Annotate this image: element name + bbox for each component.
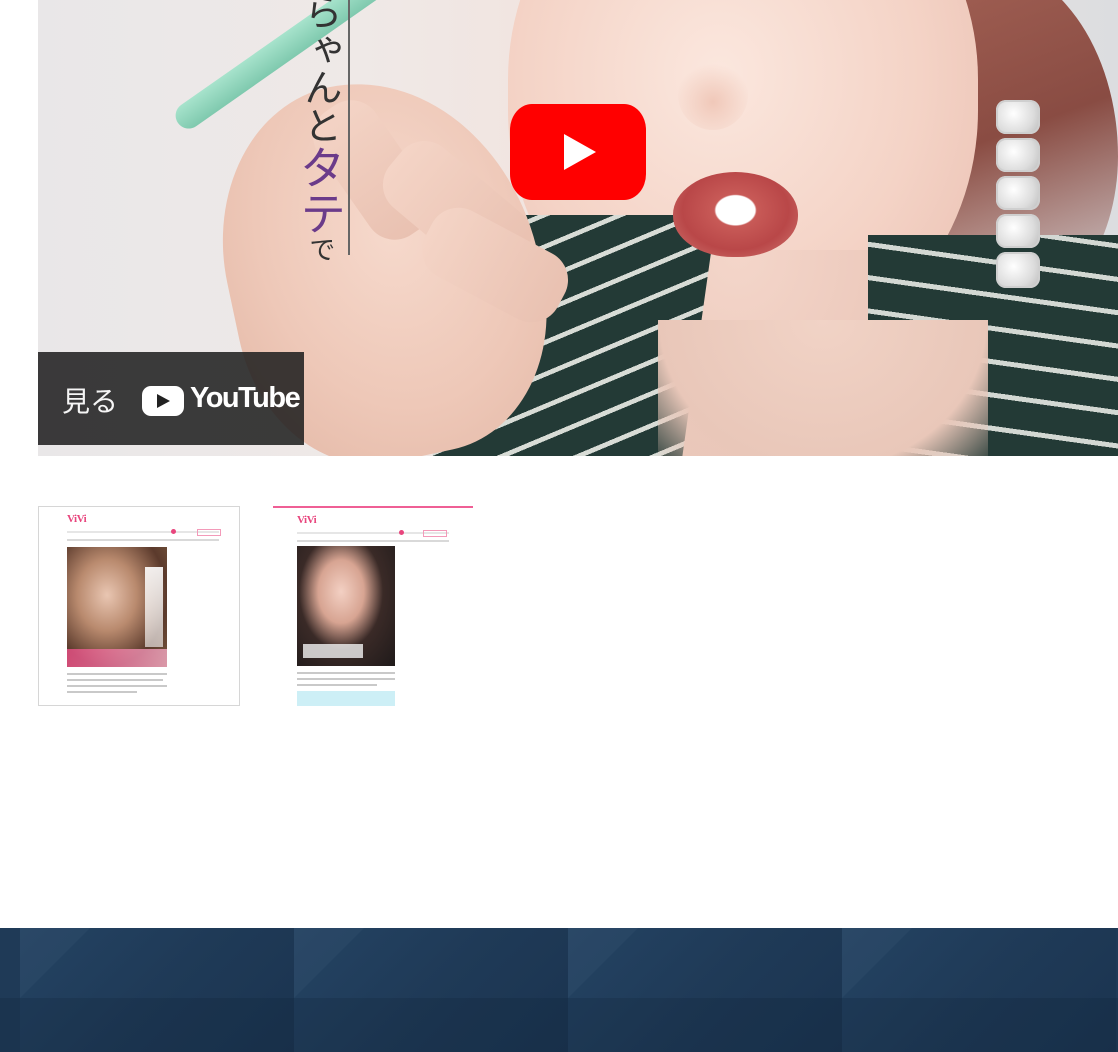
thumbnail-cyan-block xyxy=(297,691,395,706)
video-earring-bead xyxy=(996,138,1040,172)
thumbnail-band xyxy=(303,644,363,658)
gallery-thumbnail-1[interactable]: ViVi xyxy=(38,506,240,706)
thumbnail-text-line xyxy=(297,672,395,674)
footer-strip xyxy=(0,998,1118,1052)
thumbnail-photo xyxy=(297,546,395,666)
thumbnail-subnav xyxy=(67,539,219,541)
thumbnail-text-line xyxy=(297,678,395,680)
thumbnail-text-line xyxy=(67,691,137,693)
youtube-logo-triangle xyxy=(157,394,170,408)
thumbnail-band xyxy=(67,649,167,667)
watch-on-youtube-button[interactable]: 見る YouTube xyxy=(38,352,304,445)
youtube-logo-icon xyxy=(142,386,184,416)
gallery-thumbnail-2[interactable]: ViVi xyxy=(273,506,473,706)
thumbnail-text-line xyxy=(67,673,167,675)
caption-small: で xyxy=(305,236,335,262)
youtube-wordmark: YouTube xyxy=(190,382,301,414)
thumbnail-dot xyxy=(171,529,176,534)
thumbnail-logo: ViVi xyxy=(67,513,87,525)
thumbnail-text-line xyxy=(297,684,377,686)
caption-accent: タテ xyxy=(293,144,347,236)
thumbnail-title xyxy=(145,567,163,647)
video-earring-bead xyxy=(996,214,1040,248)
youtube-video-embed[interactable]: らゃんとタテで 見る YouTube xyxy=(38,0,1118,456)
caption-divider xyxy=(348,0,350,255)
youtube-play-button[interactable] xyxy=(510,104,646,200)
watch-label: 見る xyxy=(62,385,119,418)
video-earring-bead xyxy=(996,100,1040,134)
thumbnail-link xyxy=(423,530,447,537)
thumbnail-text-line xyxy=(67,679,163,681)
thumbnail-logo: ViVi xyxy=(297,514,317,526)
thumbnail-text-line xyxy=(67,685,167,687)
video-collar xyxy=(658,320,988,456)
thumbnail-photo xyxy=(67,547,167,667)
thumbnail-dot xyxy=(399,530,404,535)
page-footer xyxy=(0,928,1118,1052)
thumbnail-link xyxy=(197,529,221,536)
video-nose xyxy=(678,60,748,130)
video-earring-bead xyxy=(996,176,1040,210)
thumbnail-subnav xyxy=(297,540,449,542)
video-lips xyxy=(673,172,798,257)
caption-top: らゃんと xyxy=(298,0,342,144)
video-earring-bead xyxy=(996,252,1040,288)
vertical-caption: らゃんとタテで xyxy=(288,0,348,262)
youtube-play-icon xyxy=(564,134,596,170)
